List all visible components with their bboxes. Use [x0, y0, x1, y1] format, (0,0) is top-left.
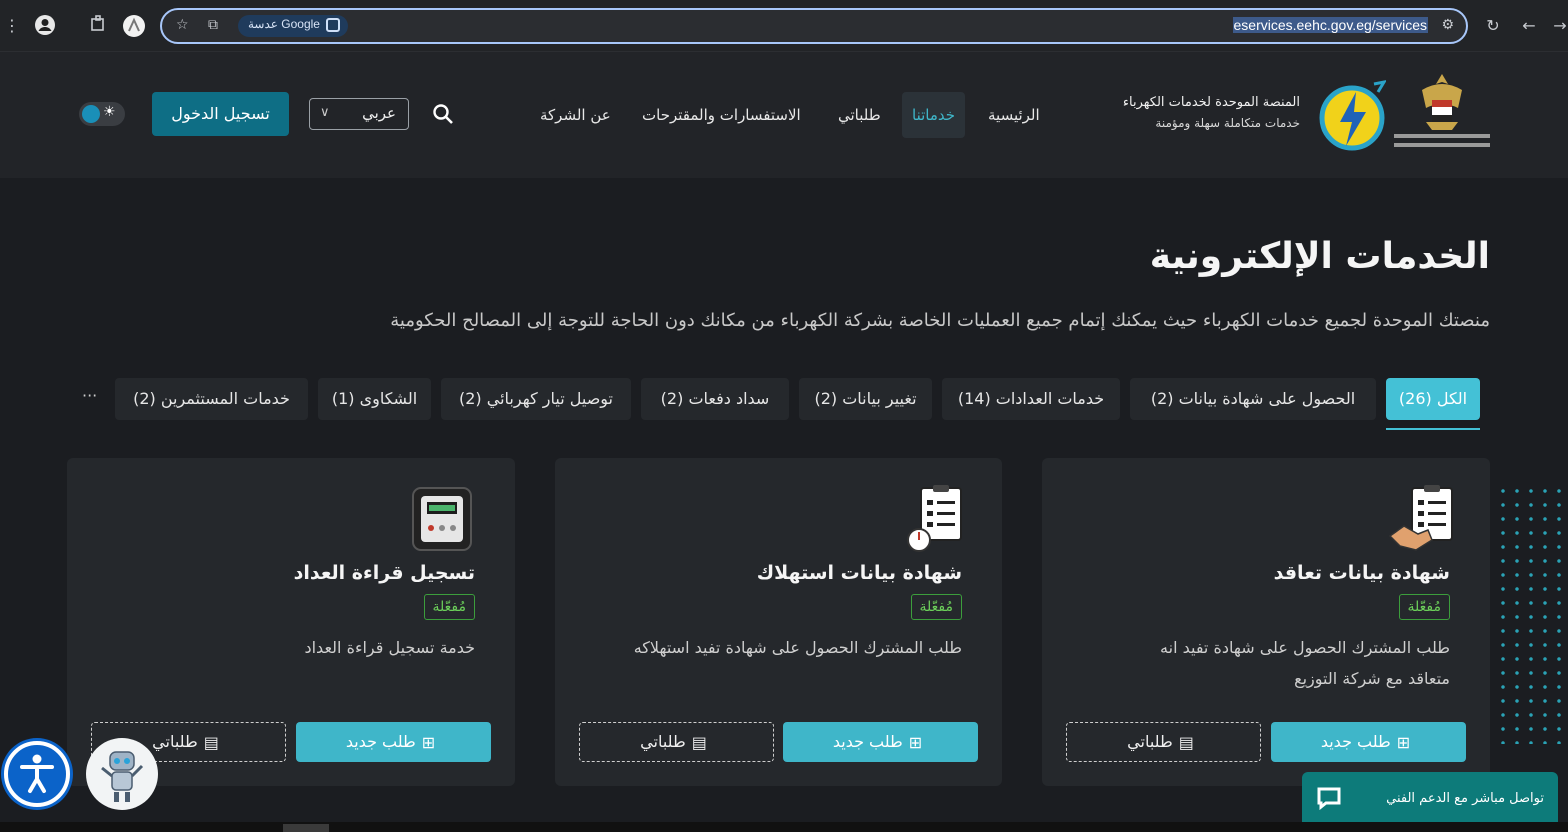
tab-data-change[interactable]: تغيير بيانات (2) [799, 378, 932, 420]
ministry-logo [1394, 74, 1490, 147]
sun-icon: ☀ [103, 104, 116, 120]
page-description: منصتك الموحدة لجميع خدمات الكهرباء حيث ي… [390, 310, 1490, 331]
add-icon: ⊞ [908, 732, 923, 752]
add-icon: ⊞ [1396, 732, 1411, 752]
extensions-icon[interactable] [87, 14, 111, 38]
tab-payments[interactable]: سداد دفعات (2) [641, 378, 789, 420]
support-label: تواصل مباشر مع الدعم الفني [1386, 791, 1544, 806]
reload-icon[interactable]: ↻ [1481, 14, 1505, 38]
accessibility-icon [20, 754, 54, 793]
my-requests-label: طلباتي [640, 732, 686, 751]
more-menu-icon[interactable]: ⋮ [0, 14, 24, 38]
my-requests-label: طلباتي [1127, 732, 1173, 751]
brand-subtitle: خدمات متكاملة سهلة ومؤمنة [1155, 116, 1300, 130]
google-lens-label: عدسة Google [248, 17, 320, 31]
tab-all[interactable]: الكل (26) [1386, 378, 1480, 420]
login-button[interactable]: تسجيل الدخول [152, 92, 289, 136]
forward-icon[interactable]: → [1548, 14, 1568, 38]
list-icon: ▤ [203, 732, 219, 752]
status-badge: مُفعّلة [423, 594, 475, 620]
status-badge: مُفعّلة [910, 594, 962, 620]
toggle-knob [82, 105, 100, 123]
card-title: شهادة بيانات تعاقد [1273, 562, 1450, 584]
tab-meter-services[interactable]: خدمات العدادات (14) [942, 378, 1120, 420]
bookmark-star-icon[interactable]: ☆ [176, 17, 189, 33]
card-title: تسجيل قراءة العداد [293, 562, 475, 584]
chevron-down-icon: ∨ [320, 105, 330, 120]
my-requests-label: طلباتي [152, 732, 198, 751]
nav-about[interactable]: عن الشركة [540, 92, 611, 138]
service-card: شهادة بيانات استهلاك مُفعّلة طلب المشترك… [555, 458, 1002, 786]
card-description: طلب المشترك الحصول على شهادة تفيد استهلا… [633, 638, 962, 657]
site-settings-icon[interactable]: ⚙ [1441, 17, 1454, 33]
scrollbar-thumb[interactable] [283, 824, 329, 832]
accessibility-button[interactable] [4, 741, 70, 807]
nav-home[interactable]: الرئيسية [988, 92, 1040, 138]
decorative-dot-pattern [1496, 484, 1568, 744]
card-title: شهادة بيانات استهلاك [756, 562, 962, 584]
service-card: تسجيل قراءة العداد مُفعّلة خدمة تسجيل قر… [67, 458, 515, 786]
new-request-label: طلب جديد [345, 732, 416, 751]
platform-logo [1319, 80, 1386, 151]
language-value: عربي [362, 104, 396, 122]
my-requests-button[interactable]: ▤ طلباتي [579, 722, 774, 762]
consumption-report-icon [907, 485, 962, 552]
service-card: شهادة بيانات تعاقد مُفعّلة طلب المشترك ا… [1042, 458, 1490, 786]
tab-certificates[interactable]: الحصول على شهادة بيانات (2) [1130, 378, 1376, 420]
nav-my-requests[interactable]: طلباتي [838, 92, 881, 138]
tab-complaints[interactable]: الشكاوى (1) [318, 378, 431, 420]
new-request-label: طلب جديد [1320, 732, 1391, 751]
install-app-icon[interactable]: ⧉ [208, 17, 218, 33]
tab-power-connection[interactable]: توصيل تيار كهربائي (2) [441, 378, 631, 420]
url-text[interactable]: eservices.eehc.gov.eg/services [1232, 17, 1428, 33]
google-lens-chip[interactable]: عدسة Google [238, 15, 348, 37]
extension-icon[interactable] [122, 14, 146, 38]
new-request-button[interactable]: ⊞ طلب جديد [296, 722, 491, 762]
card-description: طلب المشترك الحصول على شهادة تفيد انه مت… [1160, 638, 1450, 688]
nav-services[interactable]: خدماتنا [902, 92, 966, 138]
horizontal-scrollbar[interactable] [0, 822, 1568, 832]
live-support-widget[interactable]: تواصل مباشر مع الدعم الفني [1302, 772, 1558, 824]
list-icon: ▤ [691, 732, 707, 752]
more-tabs-icon[interactable]: ··· [82, 386, 97, 405]
page-title: الخدمات الإلكترونية [1149, 236, 1490, 277]
search-icon[interactable] [431, 102, 455, 126]
new-request-label: طلب جديد [832, 732, 903, 751]
card-description: خدمة تسجيل قراءة العداد [304, 638, 475, 657]
theme-toggle[interactable]: ☀ [79, 102, 125, 126]
active-tab-indicator [1386, 428, 1480, 430]
google-lens-icon [325, 18, 340, 32]
profile-icon[interactable] [33, 14, 57, 38]
back-icon[interactable]: ← [1517, 14, 1541, 38]
new-request-button[interactable]: ⊞ طلب جديد [783, 722, 978, 762]
chatbot-button[interactable] [86, 738, 158, 810]
address-bar[interactable]: ☆ ⧉ عدسة Google eservices.eehc.gov.eg/se… [160, 8, 1468, 44]
robot-icon [101, 751, 144, 802]
brand-title: المنصة الموحدة لخدمات الكهرباء [1122, 95, 1300, 110]
list-icon: ▤ [1178, 732, 1194, 752]
language-select[interactable]: عربي ∨ [309, 98, 409, 130]
tab-investors[interactable]: خدمات المستثمرين (2) [115, 378, 308, 420]
electric-meter-icon [412, 487, 472, 551]
add-icon: ⊞ [421, 732, 436, 752]
nav-inquiries[interactable]: الاستفسارات والمقترحات [642, 92, 801, 138]
new-request-button[interactable]: ⊞ طلب جديد [1271, 722, 1466, 762]
status-badge: مُفعّلة [1398, 594, 1450, 620]
chat-bubble-icon [1317, 787, 1341, 810]
my-requests-button[interactable]: ▤ طلباتي [1066, 722, 1261, 762]
browser-toolbar: ⋮ ☆ ⧉ عدسة Google eservices.eehc.gov.eg/… [0, 0, 1568, 52]
contract-handshake-icon [1388, 485, 1453, 551]
